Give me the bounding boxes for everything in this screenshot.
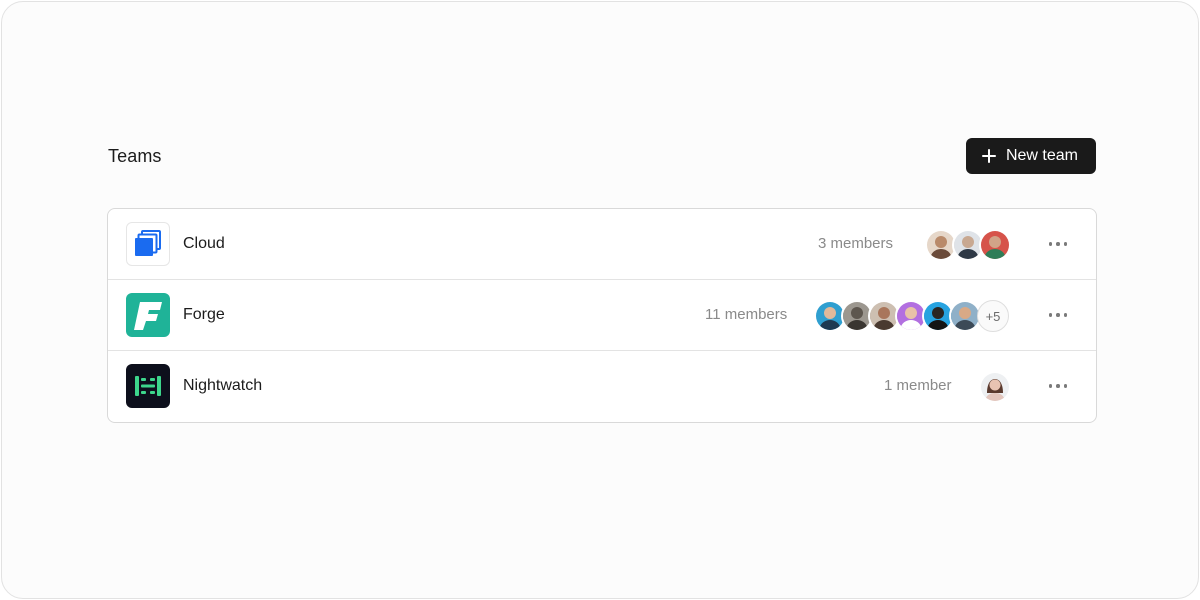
team-name[interactable]: Forge [183,306,225,324]
teams-panel: Teams New team Cloud 3 members Forge 11 … [1,1,1199,599]
members-count: 1 member [884,377,952,394]
row-more-button[interactable] [1044,375,1072,397]
overflow-count-badge: +5 [977,300,1009,332]
more-dots-icon [1048,313,1053,317]
new-team-button[interactable]: New team [965,138,1096,174]
members-count: 3 members [818,235,894,252]
avatar [979,229,1011,261]
new-team-label: New team [1005,147,1078,164]
row-more-button[interactable] [1044,233,1072,255]
avatar [979,371,1011,403]
team-row-nightwatch[interactable]: Nightwatch 1 member [108,351,1096,422]
plus-icon [981,149,996,163]
teams-list: Cloud 3 members Forge 11 members +5 Nigh… [107,208,1097,423]
forge-logo-icon [126,293,170,337]
members-count: 11 members [705,306,788,323]
nightwatch-logo-icon [126,364,170,408]
row-more-button[interactable] [1044,304,1072,326]
more-dots-icon [1048,242,1053,246]
team-row-cloud[interactable]: Cloud 3 members [108,209,1096,280]
team-name[interactable]: Cloud [183,235,225,253]
team-name[interactable]: Nightwatch [183,377,262,395]
team-row-forge[interactable]: Forge 11 members +5 [108,280,1096,351]
page-title: Teams [108,145,162,166]
more-dots-icon [1048,384,1053,388]
cloud-logo-icon [126,222,170,266]
teams-header: Teams New team [108,138,1096,174]
